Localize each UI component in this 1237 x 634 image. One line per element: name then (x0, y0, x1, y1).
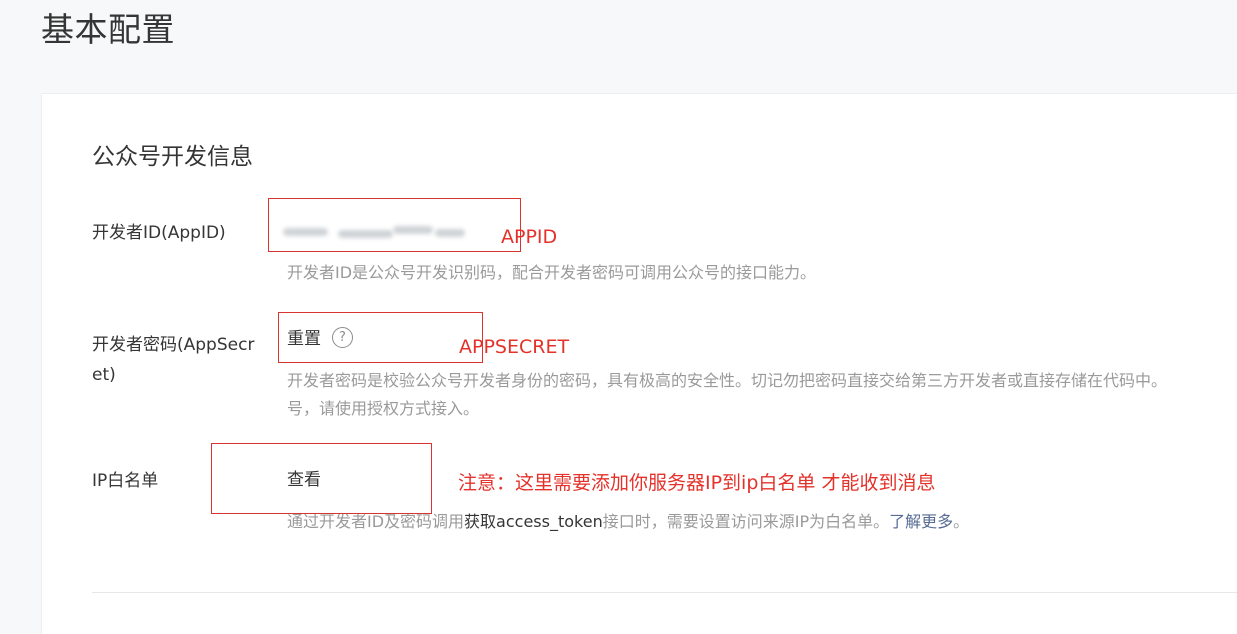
section-title: 公众号开发信息 (92, 144, 253, 170)
ip-highlight-box (211, 443, 432, 514)
ip-desc-end: 。 (953, 512, 970, 531)
appid-label: 开发者ID(AppID) (92, 223, 226, 243)
section-divider (92, 592, 1237, 593)
secret-description-line1: 开发者密码是校验公众号开发者身份的密码，具有极高的安全性。切记勿把密码直接交给第… (287, 371, 1168, 390)
secret-description-line2: 号，请使用授权方式接入。 (287, 399, 480, 418)
page-title: 基本配置 (41, 10, 175, 49)
secret-label: 开发者密码(AppSecret) (92, 335, 255, 385)
appid-description: 开发者ID是公众号开发识别码，配合开发者密码可调用公众号的接口能力。 (287, 263, 817, 282)
access-token-link[interactable]: 获取access_token (464, 512, 603, 531)
ip-annotation: 注意：这里需要添加你服务器IP到ip白名单 才能收到消息 (458, 472, 936, 494)
ip-desc-middle: 接口时，需要设置访问来源IP为白名单。 (602, 512, 890, 531)
ip-desc-prefix: 通过开发者ID及密码调用 (287, 512, 465, 531)
appid-highlight-box (268, 198, 521, 252)
secret-highlight-box (278, 312, 483, 363)
learn-more-link[interactable]: 了解更多 (889, 512, 953, 531)
appid-annotation: APPID (501, 226, 558, 248)
secret-annotation: APPSECRET (459, 336, 570, 358)
